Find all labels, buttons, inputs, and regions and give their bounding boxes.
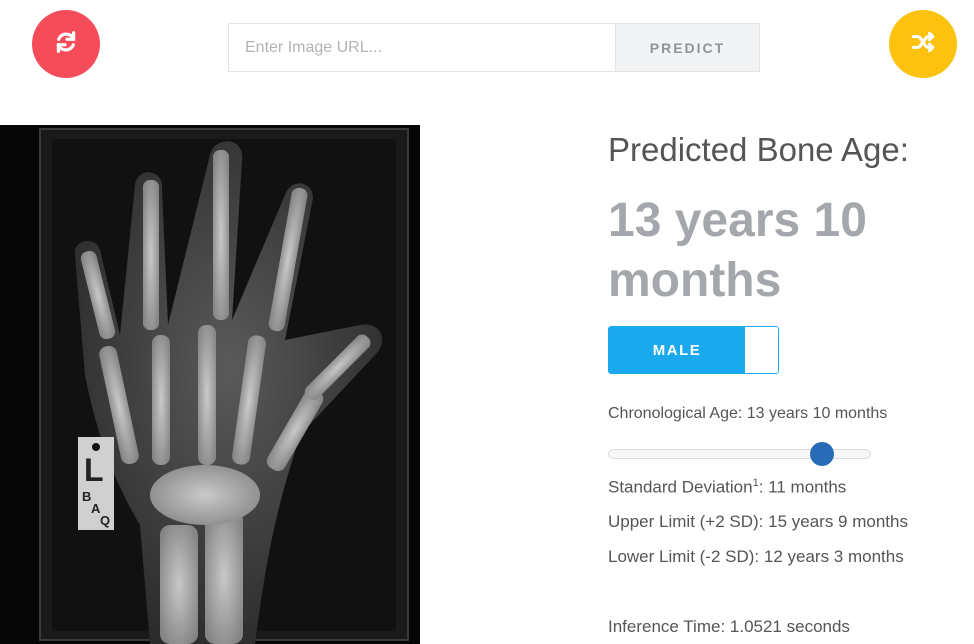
- refresh-button[interactable]: [32, 10, 100, 78]
- sex-toggle[interactable]: MALE: [608, 326, 779, 374]
- refresh-icon: [53, 29, 79, 60]
- chronological-age-slider[interactable]: [608, 442, 871, 466]
- xray-marker-code-1: B: [82, 489, 91, 504]
- xray-side-marker: L: [84, 452, 104, 488]
- predict-button[interactable]: PREDICT: [615, 24, 759, 71]
- predicted-bone-age-label: Predicted Bone Age:: [608, 131, 909, 168]
- lower-limit-text: Lower Limit (-2 SD): 12 years 3 months: [608, 547, 904, 566]
- sd-value: : 11 months: [758, 477, 847, 497]
- upper-limit-text: Upper Limit (+2 SD): 15 years 9 months: [608, 512, 908, 531]
- hand-xray-image: L B A Q: [0, 125, 420, 644]
- sex-toggle-knob: [745, 327, 778, 373]
- sex-toggle-label: MALE: [609, 327, 745, 373]
- sd-label: Standard Deviation: [608, 477, 753, 497]
- chronological-age-text: Chronological Age: 13 years 10 months: [608, 405, 888, 422]
- xray-marker-code-3: Q: [100, 513, 110, 528]
- shuffle-button[interactable]: [889, 10, 957, 78]
- image-url-input[interactable]: [229, 24, 615, 71]
- shuffle-icon: [910, 29, 936, 60]
- predicted-bone-age-value: 13 years 10 months: [608, 194, 867, 307]
- inference-time-text: Inference Time: 1.0521 seconds: [608, 617, 850, 636]
- slider-thumb[interactable]: [810, 442, 834, 466]
- url-search-bar: PREDICT: [228, 23, 760, 72]
- standard-deviation-text: Standard Deviation1: 11 months: [608, 477, 846, 498]
